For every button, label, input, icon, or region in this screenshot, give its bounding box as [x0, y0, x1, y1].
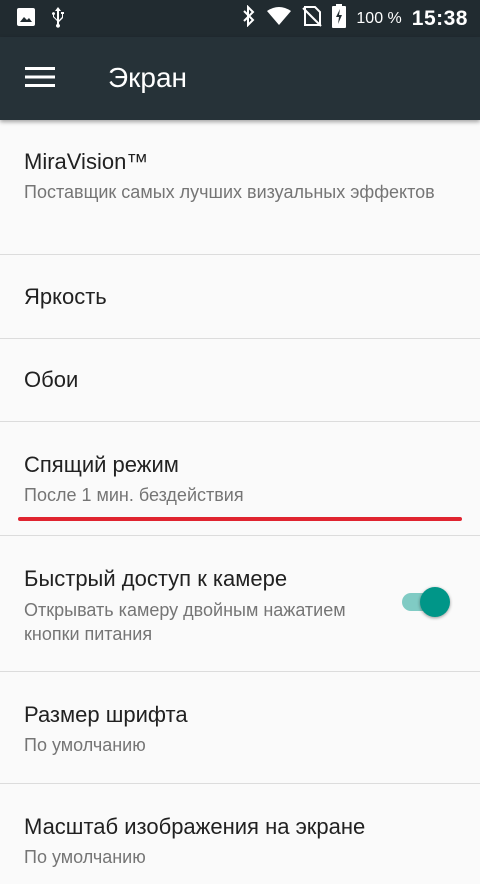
setting-brightness[interactable]: Яркость	[0, 255, 480, 339]
setting-title: MiraVision™	[24, 149, 149, 174]
setting-summary: После 1 мин. бездействия	[24, 485, 244, 505]
setting-summary: По умолчанию	[24, 847, 146, 867]
wifi-icon	[266, 6, 292, 31]
camera-quick-access-toggle[interactable]	[400, 582, 452, 622]
page-title: Экран	[108, 62, 187, 93]
setting-title: Размер шрифта	[24, 702, 188, 727]
setting-title: Яркость	[24, 284, 107, 309]
no-sim-icon	[302, 5, 323, 32]
setting-display-size[interactable]: Масштаб изображения на экране По умолчан…	[0, 784, 480, 884]
image-icon	[16, 7, 36, 32]
settings-list: MiraVision™ Поставщик самых лучших визуа…	[0, 120, 480, 884]
setting-title: Быстрый доступ к камере	[24, 566, 288, 591]
setting-camera-quick-access[interactable]: Быстрый доступ к камере Открывать камеру…	[0, 536, 480, 672]
battery-percent: 100 %	[356, 9, 402, 27]
status-bar-left	[16, 6, 66, 32]
setting-title: Обои	[24, 367, 79, 392]
setting-title: Масштаб изображения на экране	[24, 814, 366, 839]
highlight-underline	[18, 517, 462, 521]
setting-miravision[interactable]: MiraVision™ Поставщик самых лучших визуа…	[0, 120, 480, 255]
setting-font-size[interactable]: Размер шрифта По умолчанию	[0, 672, 480, 784]
battery-charging-icon	[332, 4, 347, 33]
status-bar: 100 % 15:38	[0, 0, 480, 37]
clock: 15:38	[411, 6, 468, 30]
setting-summary: По умолчанию	[24, 735, 146, 755]
status-bar-right: 100 % 15:38	[242, 0, 468, 37]
setting-summary: Поставщик самых лучших визуальных эффект…	[24, 182, 435, 202]
app-bar: Экран	[0, 37, 480, 120]
setting-wallpaper[interactable]: Обои	[0, 339, 480, 422]
setting-title: Спящий режим	[24, 452, 179, 477]
bluetooth-icon	[242, 4, 256, 32]
menu-button[interactable]	[20, 59, 60, 99]
usb-icon	[50, 6, 66, 33]
setting-summary: Открывать камеру двойным нажатием кнопки…	[24, 600, 346, 644]
hamburger-menu-icon	[25, 66, 55, 93]
toggle-thumb	[420, 587, 450, 617]
